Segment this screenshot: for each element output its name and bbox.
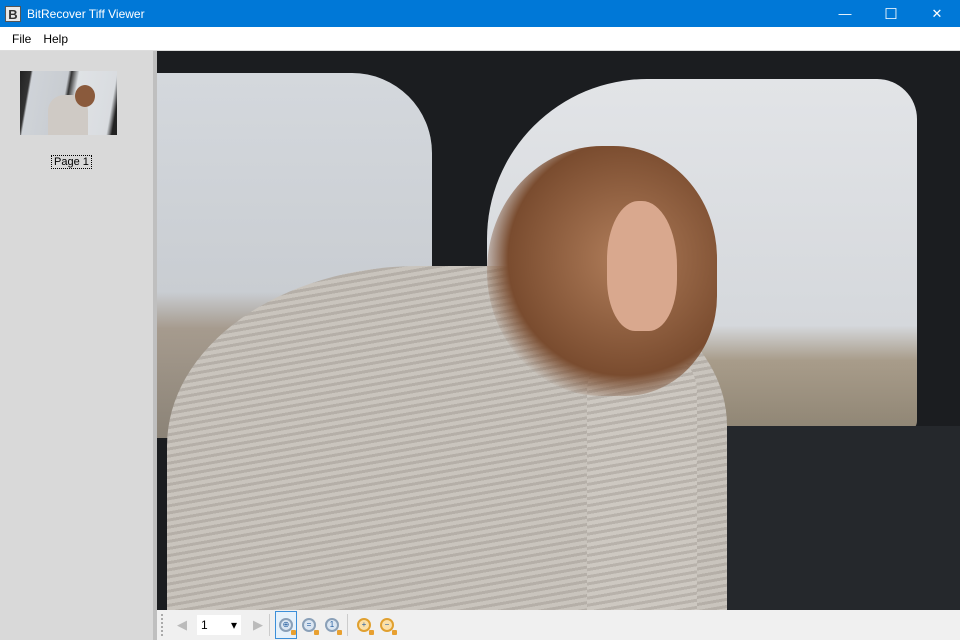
zoom-width-icon: = bbox=[302, 618, 319, 635]
menu-bar: File Help bbox=[0, 27, 960, 51]
title-bar: B BitRecover Tiff Viewer — ☐ ✕ bbox=[0, 0, 960, 27]
zoom-out-icon: − bbox=[380, 618, 397, 635]
toolbar-separator bbox=[347, 614, 348, 636]
toolbar-separator bbox=[269, 614, 270, 636]
page-number-select[interactable]: 1 ▾ bbox=[197, 615, 241, 635]
fit-width-button[interactable]: = bbox=[298, 611, 320, 639]
bottom-toolbar: ◀ 1 ▾ ▶ ⊕ = 1 + − bbox=[157, 610, 960, 640]
zoom-out-button[interactable]: − bbox=[376, 611, 398, 639]
maximize-button[interactable]: ☐ bbox=[868, 0, 914, 27]
close-button[interactable]: ✕ bbox=[914, 0, 960, 27]
app-icon: B bbox=[5, 5, 21, 22]
page-thumbnail[interactable] bbox=[20, 71, 117, 135]
menu-help[interactable]: Help bbox=[37, 32, 74, 46]
thumbnail-panel: Page 1 bbox=[0, 51, 153, 640]
fit-page-button[interactable]: ⊕ bbox=[275, 611, 297, 639]
actual-size-button[interactable]: 1 bbox=[321, 611, 343, 639]
page-thumbnail-label[interactable]: Page 1 bbox=[51, 155, 92, 169]
zoom-fit-icon: ⊕ bbox=[279, 618, 296, 635]
zoom-actual-icon: 1 bbox=[325, 618, 342, 635]
zoom-in-icon: + bbox=[357, 618, 374, 635]
page-number-value: 1 bbox=[201, 618, 208, 632]
zoom-in-button[interactable]: + bbox=[353, 611, 375, 639]
image-face bbox=[607, 201, 677, 331]
minimize-button[interactable]: — bbox=[822, 0, 868, 27]
image-hair bbox=[487, 146, 717, 396]
toolbar-grip[interactable] bbox=[161, 614, 165, 636]
menu-file[interactable]: File bbox=[6, 32, 37, 46]
next-page-button[interactable]: ▶ bbox=[251, 617, 265, 633]
image-viewer bbox=[157, 51, 960, 610]
chevron-down-icon: ▾ bbox=[230, 618, 237, 632]
window-title: BitRecover Tiff Viewer bbox=[27, 6, 145, 21]
prev-page-button[interactable]: ◀ bbox=[175, 617, 189, 633]
